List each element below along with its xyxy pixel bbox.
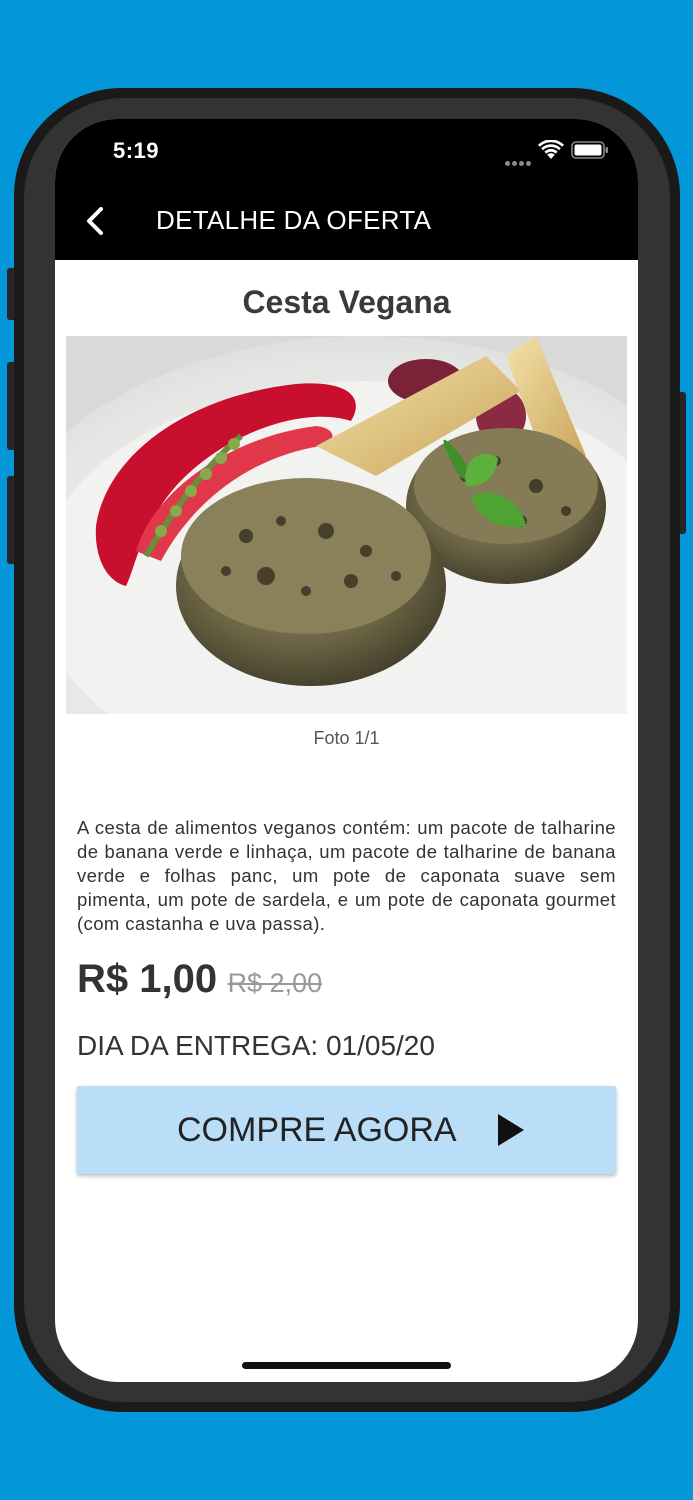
play-icon	[498, 1114, 524, 1146]
battery-icon	[571, 141, 608, 159]
product-photo[interactable]	[66, 336, 627, 714]
home-indicator[interactable]	[242, 1362, 451, 1369]
price-row: R$ 1,00 R$ 2,00	[77, 957, 322, 1002]
buy-now-button[interactable]: COMPRE AGORA	[77, 1086, 616, 1174]
top-bar: 5:19 DETALHE DA OFERTA	[55, 119, 638, 260]
product-description: A cesta de alimentos veganos contém: um …	[77, 817, 616, 934]
delivery-date: DIA DA ENTREGA: 01/05/20	[77, 1030, 435, 1061]
current-price: R$ 1,00	[77, 957, 218, 1001]
phone-screen: 5:19 DETALHE DA OFERTA Cesta Vegana Foto…	[55, 119, 638, 1382]
food-image	[66, 336, 627, 714]
page-title: DETALHE DA OFERTA	[156, 205, 432, 235]
wifi-icon	[538, 140, 564, 159]
signal-icon	[505, 153, 533, 166]
product-title: Cesta Vegana	[242, 284, 451, 320]
stage: 5:19 DETALHE DA OFERTA Cesta Vegana Foto…	[0, 0, 693, 1500]
old-price: R$ 2,00	[227, 968, 323, 998]
photo-counter: Foto 1/1	[313, 728, 380, 748]
back-button[interactable]	[81, 203, 111, 239]
buy-now-label: COMPRE AGORA	[177, 1111, 457, 1149]
status-time: 5:19	[113, 138, 160, 163]
